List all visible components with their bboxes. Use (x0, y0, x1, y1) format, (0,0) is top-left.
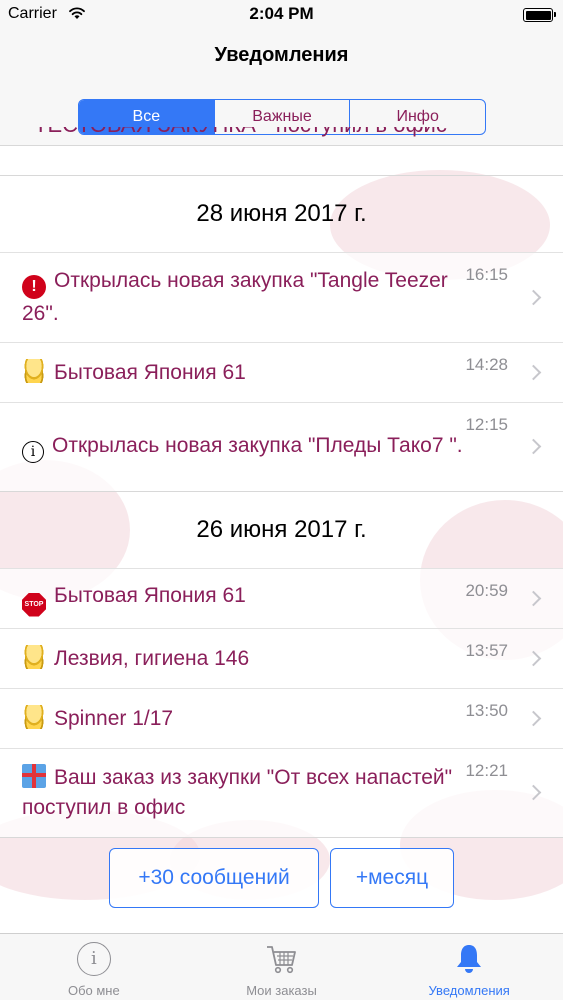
chevron-right-icon (525, 784, 542, 801)
notification-row[interactable]: STOP Бытовая Япония 61 20:59 (0, 568, 563, 628)
battery-icon (523, 8, 556, 22)
alert-icon: ! (22, 275, 46, 299)
notification-text: Открылась новая закупка "Пледы Тако7 ". (52, 434, 463, 457)
cart-icon (266, 946, 296, 974)
notification-text: Открылась новая закупка "Tangle Teezer 2… (22, 269, 448, 325)
notification-row[interactable]: ! Открылась новая закупка "Tangle Teezer … (0, 252, 563, 342)
page-title: Уведомления (214, 44, 349, 66)
chevron-right-icon (525, 438, 542, 455)
status-bar: Carrier 2:04 PM (0, 0, 563, 30)
tab-notifications[interactable]: Уведомления (375, 934, 563, 1000)
chevron-right-icon (525, 710, 542, 726)
tab-label: Обо мне (67, 983, 120, 998)
info-circle-icon: i (76, 942, 111, 976)
tab-label: Мои заказы (246, 983, 317, 998)
load-more-buttons: +30 сообщений +месяц (0, 848, 563, 908)
info-icon: i (22, 441, 44, 463)
notification-text: Бытовая Япония 61 (54, 360, 246, 384)
clock: 2:04 PM (249, 4, 314, 23)
tab-my-orders[interactable]: Мои заказы (188, 934, 376, 1000)
stop-sign-icon: STOP (22, 592, 46, 617)
chevron-right-icon (525, 650, 542, 666)
notification-time: 13:57 (465, 641, 508, 660)
navigation-bar: Уведомления Все Важные Инфо ТЕСТОВАЯ ЗАК… (0, 30, 563, 146)
notification-time: 16:15 (465, 265, 508, 284)
notification-row[interactable]: i Открылась новая закупка "Пледы Тако7 ".… (0, 402, 563, 492)
notification-time: 13:50 (465, 701, 508, 720)
section-date-header: 26 июня 2017 г. (196, 516, 367, 543)
chevron-right-icon (525, 364, 542, 380)
chevron-right-icon (525, 590, 542, 606)
notification-row[interactable]: Spinner 1/17 13:50 (0, 688, 563, 748)
chevron-right-icon (525, 289, 542, 305)
notification-time: 20:59 (465, 581, 508, 600)
gift-icon (22, 764, 46, 788)
notification-time: 14:28 (465, 355, 508, 374)
coins-icon (22, 644, 46, 669)
notification-text: Бытовая Япония 61 (54, 583, 246, 607)
load-more-month-button[interactable]: +месяц (330, 848, 454, 908)
coins-icon (22, 704, 46, 729)
notifications-list: 28 июня 2017 г. ! Открылась новая закупка… (0, 176, 563, 838)
notification-row[interactable]: Лезвия, гигиена 146 13:57 (0, 628, 563, 688)
notification-time: 12:15 (465, 415, 508, 434)
bell-icon (457, 945, 482, 973)
tab-label: Уведомления (428, 983, 510, 998)
notification-text: Ваш заказ из закупки "От всех напастей" … (22, 766, 453, 819)
load-more-messages-button[interactable]: +30 сообщений (109, 848, 319, 908)
notification-text: Spinner 1/17 (54, 706, 174, 730)
notification-row[interactable]: Бытовая Япония 61 14:28 (0, 342, 563, 402)
section-date-header: 28 июня 2017 г. (196, 200, 367, 227)
tab-about-me[interactable]: i Обо мне (0, 934, 188, 1000)
notification-text: Лезвия, гигиена 146 (54, 646, 250, 670)
notification-row[interactable]: Ваш заказ из закупки "От всех напастей" … (0, 748, 563, 838)
coins-icon (22, 358, 46, 383)
notification-time: 12:21 (465, 761, 508, 780)
tab-bar: i Обо мне Мои заказы Уведомления (0, 933, 563, 1000)
